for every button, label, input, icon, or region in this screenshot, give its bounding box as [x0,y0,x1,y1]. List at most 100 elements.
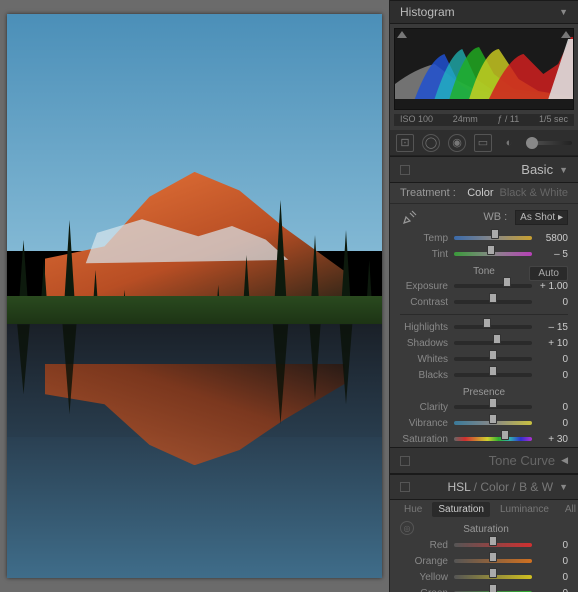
shadow-clip-icon[interactable] [397,31,407,38]
collapse-icon: ▼ [559,165,568,175]
temp-label: Temp [400,233,448,244]
contrast-value[interactable]: 0 [538,297,568,308]
blacks-row: Blacks 0 [390,367,578,383]
panel-switch-icon[interactable] [400,482,410,492]
blacks-value[interactable]: 0 [538,370,568,381]
saturation-row: Saturation + 30 [390,431,578,447]
collapse-icon: ▼ [559,7,568,17]
spot-tool-icon[interactable]: ◯ [422,134,440,152]
hsl-section-label: Saturation [424,520,578,536]
preview-image[interactable] [7,14,382,578]
tab-all[interactable]: All [559,502,578,517]
hsl-green-value[interactable]: 0 [538,588,568,592]
hsl-yellow-value[interactable]: 0 [538,572,568,583]
crop-tool-icon[interactable]: ⊡ [396,134,414,152]
hsl-green-row: Green 0 [390,585,578,592]
saturation-slider[interactable] [454,433,532,445]
image-preview-area [0,0,389,592]
clarity-label: Clarity [400,402,448,413]
whites-value[interactable]: 0 [538,354,568,365]
redeye-tool-icon[interactable]: ◉ [448,134,466,152]
temp-row: Temp 5800 [390,230,578,246]
hsl-yellow-row: Yellow 0 [390,569,578,585]
basic-header[interactable]: Basic ▼ [390,156,578,183]
vibrance-value[interactable]: 0 [538,418,568,429]
treatment-bw[interactable]: Black & White [500,187,568,199]
exif-iso: ISO 100 [400,114,433,124]
exif-info: ISO 100 24mm ƒ / 11 1/5 sec [394,114,574,126]
hsl-red-row: Red 0 [390,537,578,553]
tint-label: Tint [400,249,448,260]
clarity-slider[interactable] [454,401,532,413]
histogram-header[interactable]: Histogram ▼ [390,0,578,24]
hsl-title: HSL / Color / B & W [414,480,553,494]
targeted-adjust-icon[interactable]: ◎ [400,521,414,535]
hsl-red-value[interactable]: 0 [538,540,568,551]
tone-curve-title: Tone Curve [414,453,555,468]
hsl-green-slider[interactable] [454,587,532,592]
hsl-orange-slider[interactable] [454,555,532,567]
tab-saturation[interactable]: Saturation [432,502,490,517]
hsl-orange-row: Orange 0 [390,553,578,569]
treatment-row: Treatment : Color Black & White [390,183,578,204]
exposure-slider[interactable] [454,280,532,292]
exposure-value[interactable]: + 1.00 [538,281,568,292]
treatment-color[interactable]: Color [467,187,493,199]
hsl-green-label: Green [400,588,448,592]
hsl-red-slider[interactable] [454,539,532,551]
eyedropper-icon[interactable] [400,207,420,227]
hsl-yellow-label: Yellow [400,572,448,583]
gradient-tool-icon[interactable]: ▭ [474,134,492,152]
brush-tool-icon[interactable] [526,141,572,145]
contrast-slider[interactable] [454,296,532,308]
tone-curve-header[interactable]: Tone Curve ◀ [390,447,578,474]
contrast-row: Contrast 0 [390,294,578,310]
exposure-label: Exposure [400,281,448,292]
highlight-clip-icon[interactable] [561,31,571,38]
tab-hue[interactable]: Hue [398,502,428,517]
blacks-label: Blacks [400,370,448,381]
histogram-display[interactable] [394,28,574,110]
wb-select[interactable]: As Shot ▸ [515,210,568,225]
tool-strip: ⊡ ◯ ◉ ▭ ◐ [390,130,578,156]
hsl-orange-value[interactable]: 0 [538,556,568,567]
hsl-yellow-slider[interactable] [454,571,532,583]
panel-switch-icon[interactable] [400,456,410,466]
clarity-row: Clarity 0 [390,399,578,415]
auto-button[interactable]: Auto [529,266,568,281]
develop-panel: Histogram ▼ ISO 100 24mm ƒ / 11 1/5 sec … [389,0,578,592]
saturation-value[interactable]: + 30 [538,434,568,445]
highlights-slider[interactable] [454,321,532,333]
saturation-label: Saturation [400,434,448,445]
treatment-label: Treatment : [400,187,456,199]
exif-shutter: 1/5 sec [539,114,568,124]
temp-slider[interactable] [454,232,532,244]
collapse-icon: ▼ [559,482,568,492]
contrast-label: Contrast [400,297,448,308]
whites-slider[interactable] [454,353,532,365]
radial-tool-icon[interactable]: ◐ [500,134,518,152]
panel-switch-icon[interactable] [400,165,410,175]
wb-label: WB : [483,211,507,223]
hsl-header[interactable]: HSL / Color / B & W ▼ [390,474,578,500]
tint-value[interactable]: – 5 [538,249,568,260]
temp-value[interactable]: 5800 [538,233,568,244]
hsl-red-label: Red [400,540,448,551]
shadows-slider[interactable] [454,337,532,349]
blacks-slider[interactable] [454,369,532,381]
clarity-value[interactable]: 0 [538,402,568,413]
presence-label: Presence [390,383,578,399]
collapse-icon: ◀ [561,455,568,466]
vibrance-label: Vibrance [400,418,448,429]
tint-row: Tint – 5 [390,246,578,262]
tab-luminance[interactable]: Luminance [494,502,555,517]
whites-label: Whites [400,354,448,365]
vibrance-slider[interactable] [454,417,532,429]
exif-aperture: ƒ / 11 [497,114,519,124]
tone-section: Tone Auto [390,262,578,278]
shadows-value[interactable]: + 10 [538,338,568,349]
tint-slider[interactable] [454,248,532,260]
basic-title: Basic [414,162,553,177]
highlights-value[interactable]: – 15 [538,322,568,333]
tone-label: Tone [473,266,495,277]
